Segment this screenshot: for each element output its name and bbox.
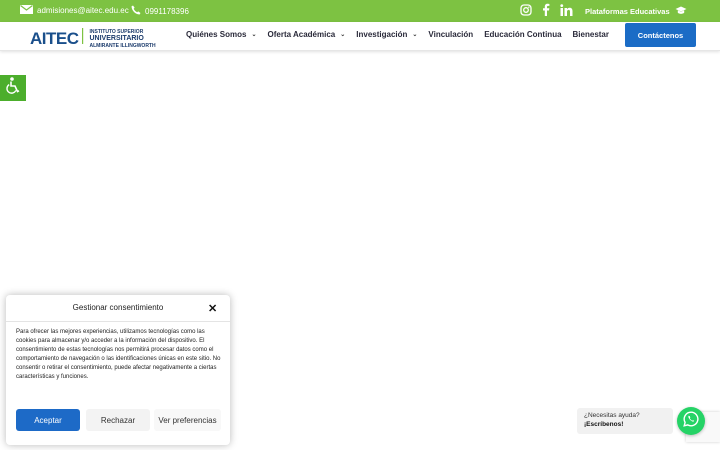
nav-menu: Quiénes Somos ⌄ Oferta Académica ⌄ Inves… <box>186 30 620 39</box>
facebook-icon[interactable] <box>542 3 550 18</box>
contact-button[interactable]: Contáctenos <box>625 23 696 47</box>
platforms-link[interactable]: Plataformas Educativas <box>585 6 687 17</box>
nav-item-label: Quiénes Somos <box>186 30 247 39</box>
nav-item-quienes-somos[interactable]: Quiénes Somos ⌄ <box>186 30 257 39</box>
help-line-2: ¡Escríbenos! <box>584 421 624 428</box>
logo-text: INSTITUTO SUPERIOR UNIVERSITARIO ALMIRAN… <box>90 29 156 49</box>
nav-item-label: Bienestar <box>572 30 609 39</box>
phone-icon <box>131 5 141 17</box>
nav-item-oferta-academica[interactable]: Oferta Académica ⌄ <box>268 30 346 39</box>
site-logo[interactable]: AITEC INSTITUTO SUPERIOR UNIVERSITARIO A… <box>30 27 156 50</box>
consent-title: Gestionar consentimiento <box>72 303 164 312</box>
consent-message: Para ofrecer las mejores experiencias, u… <box>16 329 221 380</box>
nav-item-label: Vinculación <box>428 30 474 39</box>
logo-line-3: ALMIRANTE ILLINGWORTH <box>89 42 156 49</box>
chevron-down-icon: ⌄ <box>412 32 418 38</box>
logo-emblem-icon <box>81 27 87 50</box>
phone-link[interactable]: 0991178396 <box>131 5 189 17</box>
nav-item-investigacion[interactable]: Investigación ⌄ <box>356 30 417 39</box>
nav-item-label: Educación Continua <box>484 30 562 39</box>
close-icon[interactable]: ✕ <box>208 302 217 315</box>
divider <box>6 321 230 322</box>
email-link[interactable]: admisiones@aitec.edu.ec <box>20 5 129 16</box>
help-line-1: ¿Necesitas ayuda? <box>584 412 640 419</box>
mail-icon <box>20 5 33 16</box>
accept-button[interactable]: Aceptar <box>16 409 80 431</box>
linkedin-icon[interactable] <box>560 3 573 18</box>
reject-button[interactable]: Rechazar <box>86 409 150 431</box>
top-contact-bar: admisiones@aitec.edu.ec 0991178396 Plata… <box>0 0 720 22</box>
view-preferences-button[interactable]: Ver preferencias <box>154 409 221 431</box>
nav-item-label: Oferta Académica <box>267 30 336 39</box>
nav-item-label: Investigación <box>356 30 408 39</box>
graduation-cap-icon <box>675 6 687 17</box>
logo-wordmark: AITEC <box>30 28 79 48</box>
help-chat-bubble[interactable]: ¿Necesitas ayuda? ¡Escríbenos! <box>577 408 673 434</box>
social-links <box>520 3 573 18</box>
logo-line-2: UNIVERSITARIO <box>89 34 144 42</box>
platforms-label: Plataformas Educativas <box>585 7 670 16</box>
cookie-consent-dialog: Gestionar consentimiento ✕ Para ofrecer … <box>6 295 230 445</box>
chevron-down-icon: ⌄ <box>340 32 346 38</box>
accessibility-toggle[interactable] <box>0 75 26 101</box>
instagram-icon[interactable] <box>520 3 532 18</box>
nav-item-bienestar[interactable]: Bienestar <box>573 30 609 39</box>
chevron-down-icon: ⌄ <box>251 32 257 38</box>
email-text: admisiones@aitec.edu.ec <box>37 6 129 15</box>
whatsapp-button[interactable] <box>677 407 705 435</box>
whatsapp-icon <box>683 410 699 432</box>
accessibility-icon <box>5 76 21 100</box>
nav-item-vinculacion[interactable]: Vinculación <box>428 30 473 39</box>
nav-item-educacion-continua[interactable]: Educación Continua <box>484 30 561 39</box>
phone-text: 0991178396 <box>145 6 189 16</box>
